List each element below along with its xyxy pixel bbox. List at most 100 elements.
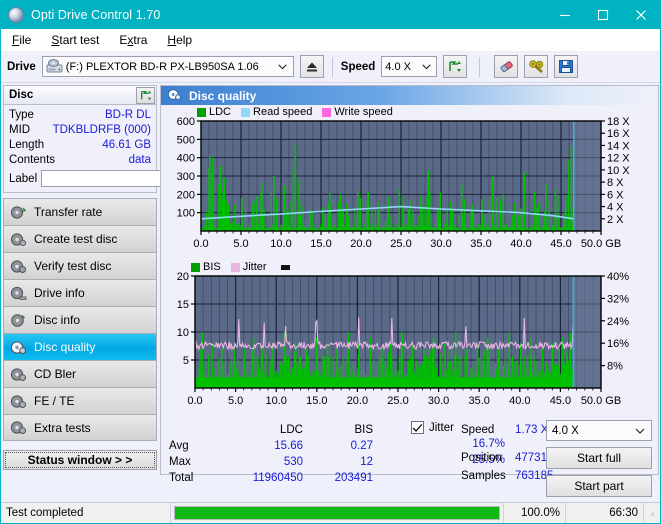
speed-select[interactable]: 4.0 X xyxy=(381,56,438,77)
svg-text:40%: 40% xyxy=(607,271,629,283)
start-part-button[interactable]: Start part xyxy=(546,475,652,497)
eraser-button[interactable] xyxy=(494,55,519,78)
jitter-toggle[interactable]: Jitter xyxy=(411,421,454,434)
status-window-button[interactable]: Status window > > xyxy=(3,450,157,470)
sidebar-item-create-test-disc[interactable]: Create test disc xyxy=(3,225,157,252)
svg-text:10: 10 xyxy=(177,327,189,339)
chevron-down-icon xyxy=(275,62,291,72)
svg-text:6 X: 6 X xyxy=(607,189,624,201)
body: Disc Type BD-R DL MID TDKBLDRFB (000) Le… xyxy=(1,83,660,497)
speed-select-value: 4.0 X xyxy=(385,60,411,73)
svg-text:16 X: 16 X xyxy=(607,128,630,140)
disc-row-type: Type BD-R DL xyxy=(9,108,151,123)
disc-row-mid-value: TDKBLDRFB (000) xyxy=(52,124,151,136)
refresh-speed-button[interactable] xyxy=(443,55,468,78)
stats-row-max: Max 530 12 xyxy=(169,454,373,470)
sidebar-item-disc-info[interactable]: Disc info xyxy=(3,306,157,333)
sidebar-item-extra-tests[interactable]: Extra tests xyxy=(3,414,157,441)
menu-bar: FFileile Start test Extra Help xyxy=(1,29,660,51)
chevron-down-icon xyxy=(418,62,434,72)
svg-text:45.0: 45.0 xyxy=(550,395,571,407)
ldc-chart-svg: 100 200 300 400 500 600 2 X4 X6 X8 X10 X12 X14… xyxy=(177,116,631,250)
sidebar-item-fe-te[interactable]: FE / TE xyxy=(3,387,157,414)
jitter-checkbox[interactable] xyxy=(411,421,424,434)
sidebar-item-label: CD Bler xyxy=(34,367,77,381)
disc-row-mid: MID TDKBLDRFB (000) xyxy=(9,123,151,138)
jitter-label: Jitter xyxy=(429,421,454,434)
svg-text:35.0: 35.0 xyxy=(470,238,491,250)
status-message: Test completed xyxy=(1,502,171,523)
start-full-button[interactable]: Start full xyxy=(546,447,652,469)
chevron-down-icon xyxy=(631,425,649,437)
sidebar-item-disc-quality[interactable]: Disc quality xyxy=(3,333,157,360)
sidebar-nav: Transfer rate Create test disc Verify te… xyxy=(3,198,157,441)
legend-entry-write-speed: Write speed xyxy=(322,106,393,118)
stats-ldc-total: 11960450 xyxy=(252,472,303,484)
svg-text:15.0: 15.0 xyxy=(310,238,331,250)
disc-row-length-key: Length xyxy=(9,139,45,151)
svg-text:30.0: 30.0 xyxy=(430,238,451,250)
svg-text:14 X: 14 X xyxy=(607,140,630,152)
svg-text:30.0: 30.0 xyxy=(428,395,449,407)
legend-swatch-bis xyxy=(191,262,200,272)
title-bar: Opti Drive Control 1.70 xyxy=(1,1,660,29)
minimize-icon[interactable] xyxy=(546,1,584,29)
disc-info-icon xyxy=(10,313,27,328)
stats-row-label: Max xyxy=(169,456,191,468)
disc-row-mid-key: MID xyxy=(9,124,31,136)
app-disc-icon xyxy=(8,7,24,23)
menu-item-help[interactable]: Help xyxy=(164,31,195,49)
stats-row-avg: Avg 15.66 0.27 xyxy=(169,438,373,454)
progress-cell xyxy=(171,502,504,523)
disc-row-contents-key: Contents xyxy=(9,154,56,166)
svg-text:600: 600 xyxy=(177,116,195,128)
svg-text:8%: 8% xyxy=(607,361,623,373)
close-icon[interactable] xyxy=(622,1,660,29)
sidebar-item-transfer-rate[interactable]: Transfer rate xyxy=(3,198,157,225)
sidebar-item-label: Verify test disc xyxy=(34,259,112,273)
svg-text:20.0: 20.0 xyxy=(347,395,368,407)
sidebar-item-cd-bler[interactable]: CD Bler xyxy=(3,360,157,387)
app-window: Opti Drive Control 1.70 FFileile Start t… xyxy=(0,0,661,524)
toolbar-divider-1 xyxy=(331,56,333,77)
stats-ldc-max: 530 xyxy=(283,456,303,468)
disc-row-type-value: BD-R DL xyxy=(104,109,151,121)
progress-bar-fill xyxy=(175,507,499,519)
sidebar-item-verify-test-disc[interactable]: Verify test disc xyxy=(3,252,157,279)
tools-button[interactable] xyxy=(524,55,549,78)
menu-item-file[interactable]: FFileile xyxy=(9,31,34,49)
resize-grip-icon[interactable] xyxy=(644,503,660,524)
svg-text:10.0: 10.0 xyxy=(265,395,286,407)
drive-select[interactable]: (F:) PLEXTOR BD-R PX-LB950SA 1.06 xyxy=(41,56,294,77)
svg-text:5.0: 5.0 xyxy=(233,238,248,250)
svg-text:100: 100 xyxy=(177,208,195,220)
speed-key: Speed xyxy=(461,424,495,436)
fe-te-icon xyxy=(10,394,27,409)
sidebar-item-label: Drive info xyxy=(34,286,85,300)
disc-label-row: Label xyxy=(9,169,213,188)
legend-swatch-ldc xyxy=(197,107,206,117)
svg-text:300: 300 xyxy=(177,171,195,183)
disc-refresh-button[interactable] xyxy=(136,86,155,104)
menu-item-extra[interactable]: Extra xyxy=(116,31,150,49)
maximize-icon[interactable] xyxy=(584,1,622,29)
sidebar-item-label: FE / TE xyxy=(34,394,75,408)
menu-item-start-test[interactable]: Start test xyxy=(48,31,102,49)
sidebar-item-drive-info[interactable]: Drive info xyxy=(3,279,157,306)
speed-label: Speed xyxy=(340,60,376,73)
eject-button[interactable] xyxy=(299,55,324,78)
progress-percent: 100.0% xyxy=(504,502,566,523)
save-button[interactable] xyxy=(554,55,579,78)
toolbar-divider-2 xyxy=(479,56,481,77)
position-key: Position xyxy=(461,452,502,464)
stats-panel: LDC BIS Avg 15.66 0.27 Max 530 12 Total … xyxy=(161,418,658,497)
legend-label-read-speed: Read speed xyxy=(253,106,313,118)
svg-text:5.0: 5.0 xyxy=(228,395,243,407)
disc-row-type-key: Type xyxy=(9,109,34,121)
svg-text:35.0: 35.0 xyxy=(468,395,489,407)
test-speed-select[interactable]: 4.0 X xyxy=(546,420,652,441)
svg-text:500: 500 xyxy=(177,134,195,146)
stats-table: LDC BIS Avg 15.66 0.27 Max 530 12 Total … xyxy=(169,422,373,486)
disc-burn-icon xyxy=(10,232,27,247)
bis-chart-legend: BIS Jitter xyxy=(191,261,290,273)
